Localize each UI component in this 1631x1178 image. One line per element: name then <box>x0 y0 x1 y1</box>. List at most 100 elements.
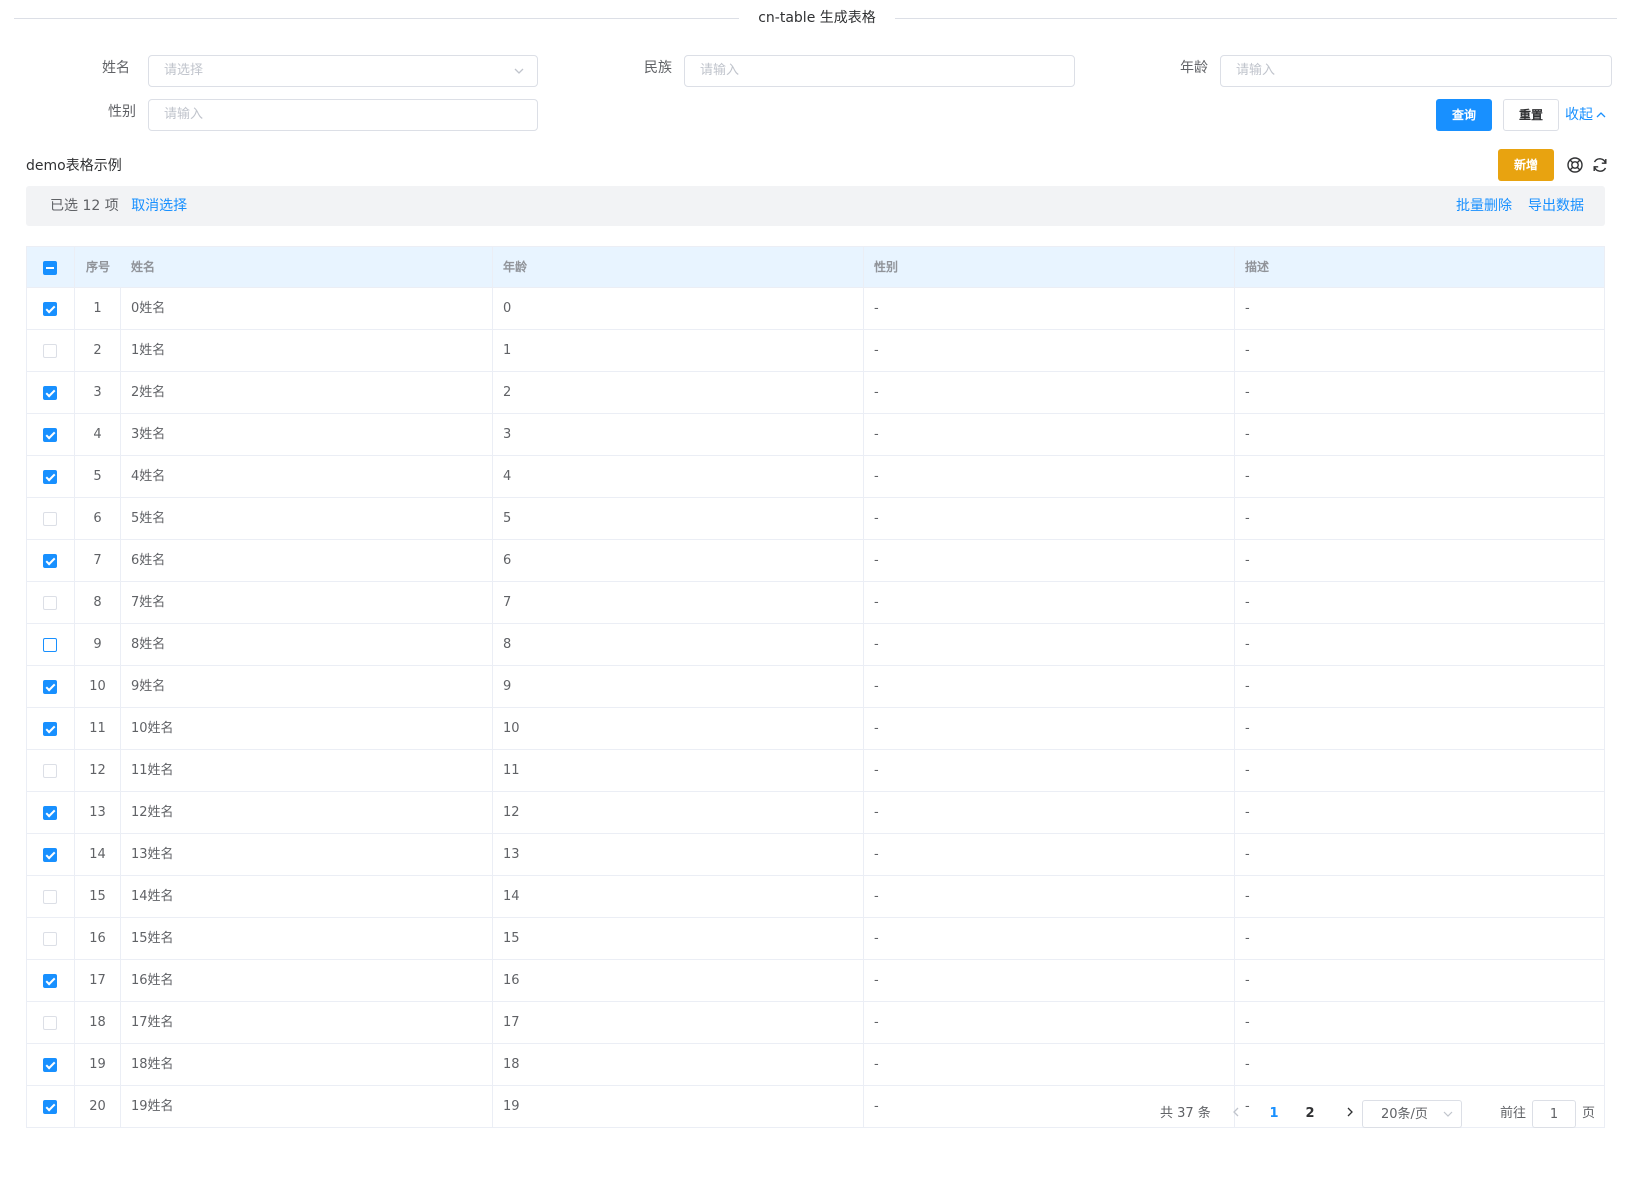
row-checkbox[interactable] <box>43 932 57 946</box>
row-gender-cell: - <box>864 540 1235 581</box>
row-index-cell: 6 <box>75 498 121 539</box>
row-gender-cell: - <box>864 834 1235 875</box>
row-description-cell: - <box>1245 595 1250 610</box>
row-index-cell: 13 <box>75 792 121 833</box>
row-index-cell: 16 <box>75 918 121 959</box>
row-age-cell: 12 <box>493 792 864 833</box>
row-description-cell: - <box>1245 301 1250 316</box>
goto-page-input[interactable]: 1 <box>1532 1100 1576 1128</box>
row-checkbox[interactable] <box>43 470 57 484</box>
row-description-cell: - <box>1245 889 1250 904</box>
chevron-down-icon <box>1443 1111 1453 1117</box>
row-select-cell <box>27 666 75 707</box>
row-name-cell: 18姓名 <box>121 1044 493 1085</box>
row-name-cell: 6姓名 <box>121 540 493 581</box>
select-all-checkbox[interactable] <box>43 261 57 275</box>
row-checkbox[interactable] <box>43 1100 57 1114</box>
row-select-cell <box>27 540 75 581</box>
row-index-cell: 9 <box>75 624 121 665</box>
row-checkbox[interactable] <box>43 680 57 694</box>
table-row: 5 4姓名 4- - <box>27 456 1604 498</box>
row-select-cell <box>27 498 75 539</box>
row-checkbox[interactable] <box>43 848 57 862</box>
row-checkbox[interactable] <box>43 722 57 736</box>
row-checkbox[interactable] <box>43 386 57 400</box>
chevron-right-icon <box>1347 1107 1353 1117</box>
row-checkbox[interactable] <box>43 890 57 904</box>
reset-button[interactable]: 重置 <box>1503 99 1559 131</box>
row-name-cell: 16姓名 <box>121 960 493 1001</box>
row-select-cell <box>27 288 75 329</box>
row-select-cell <box>27 372 75 413</box>
table-row: 1 0姓名 0- - <box>27 288 1604 330</box>
row-checkbox[interactable] <box>43 428 57 442</box>
row-description-cell: - <box>1245 847 1250 862</box>
divider-line-right <box>895 18 1617 19</box>
name-select[interactable]: 请选择 <box>148 55 538 87</box>
table-row: 4 3姓名 3- - <box>27 414 1604 456</box>
row-index-cell: 12 <box>75 750 121 791</box>
collapse-toggle[interactable]: 收起 <box>1565 99 1607 131</box>
row-gender-cell: - <box>864 750 1235 791</box>
row-checkbox[interactable] <box>43 1058 57 1072</box>
row-index-cell: 2 <box>75 330 121 371</box>
table-row: 3 2姓名 2- - <box>27 372 1604 414</box>
add-button[interactable]: 新增 <box>1498 149 1554 181</box>
next-page-button[interactable] <box>1342 1100 1358 1128</box>
page-2-button[interactable]: 2 <box>1295 1100 1325 1128</box>
gender-input[interactable]: 请输入 <box>148 99 538 131</box>
export-data-link[interactable]: 导出数据 <box>1528 186 1584 226</box>
page-1-button[interactable]: 1 <box>1259 1100 1289 1128</box>
prev-page-button[interactable] <box>1228 1100 1244 1128</box>
row-checkbox[interactable] <box>43 806 57 820</box>
table-row: 11 10姓名 10- - <box>27 708 1604 750</box>
row-select-cell <box>27 960 75 1001</box>
row-index-cell: 11 <box>75 708 121 749</box>
row-checkbox[interactable] <box>43 344 57 358</box>
row-description-cell: - <box>1245 427 1250 442</box>
table-row: 18 17姓名 17- - <box>27 1002 1604 1044</box>
row-name-cell: 2姓名 <box>121 372 493 413</box>
page-unit-label: 页 <box>1582 1106 1596 1121</box>
row-select-cell <box>27 792 75 833</box>
row-age-cell: 8 <box>493 624 864 665</box>
row-checkbox[interactable] <box>43 596 57 610</box>
row-gender-cell: - <box>864 792 1235 833</box>
row-checkbox[interactable] <box>43 512 57 526</box>
batch-delete-link[interactable]: 批量删除 <box>1456 186 1512 226</box>
row-checkbox[interactable] <box>43 638 57 652</box>
column-header-name: 姓名 <box>121 247 493 287</box>
row-name-cell: 10姓名 <box>121 708 493 749</box>
age-label: 年龄 <box>1180 60 1208 76</box>
ethnicity-input[interactable]: 请输入 <box>684 55 1075 87</box>
row-checkbox[interactable] <box>43 1016 57 1030</box>
row-gender-cell: - <box>864 498 1235 539</box>
row-gender-cell: - <box>864 288 1235 329</box>
row-checkbox[interactable] <box>43 974 57 988</box>
pagination-total: 共 37 条 <box>1160 1106 1211 1121</box>
age-input[interactable]: 请输入 <box>1220 55 1612 87</box>
page-size-select[interactable]: 20条/页 <box>1362 1100 1462 1128</box>
row-checkbox[interactable] <box>43 302 57 316</box>
query-button[interactable]: 查询 <box>1436 99 1492 131</box>
row-checkbox[interactable] <box>43 764 57 778</box>
row-age-cell: 4 <box>493 456 864 497</box>
row-checkbox[interactable] <box>43 554 57 568</box>
row-age-cell: 7 <box>493 582 864 623</box>
table-body: 1 0姓名 0- -2 1姓名 1- -3 2姓名 2- -4 3姓名 3- -5 4姓名 4- -6 5姓名 5… <box>27 288 1604 1128</box>
refresh-icon[interactable] <box>1591 156 1609 174</box>
row-name-cell: 12姓名 <box>121 792 493 833</box>
row-description-cell: - <box>1245 763 1250 778</box>
row-name-cell: 1姓名 <box>121 330 493 371</box>
row-select-cell <box>27 876 75 917</box>
row-select-cell <box>27 456 75 497</box>
row-age-cell: 15 <box>493 918 864 959</box>
row-index-cell: 14 <box>75 834 121 875</box>
settings-icon[interactable] <box>1566 156 1584 174</box>
clear-selection-link[interactable]: 取消选择 <box>131 198 187 214</box>
row-index-cell: 19 <box>75 1044 121 1085</box>
row-select-cell <box>27 624 75 665</box>
table-row: 16 15姓名 15- - <box>27 918 1604 960</box>
selection-count: 12 <box>82 198 101 214</box>
collapse-label: 收起 <box>1565 107 1593 123</box>
